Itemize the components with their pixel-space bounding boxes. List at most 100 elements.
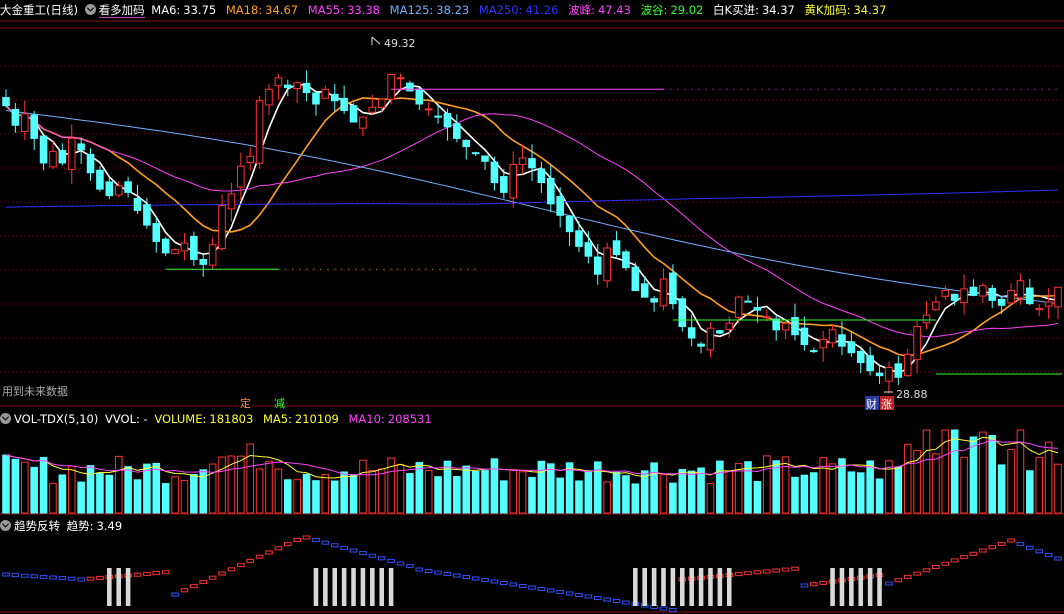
candle (781, 319, 790, 340)
candle-down-body (415, 88, 424, 105)
trend-mark (960, 555, 968, 560)
candle-down-body (753, 306, 762, 311)
high-price-label: 49.32 (384, 37, 416, 50)
volume-bar (960, 456, 968, 514)
candle-up-body (180, 242, 189, 252)
candle (913, 320, 921, 374)
volume-bar (237, 455, 245, 514)
trend-mark (49, 575, 57, 580)
candle (302, 70, 311, 102)
candle (86, 148, 95, 181)
candle-up-body (396, 77, 405, 80)
trend-histogram-bar (360, 568, 366, 606)
candle (979, 283, 987, 304)
trend-mark (669, 608, 677, 612)
volume-bar (528, 476, 536, 514)
volume-bar (997, 464, 1006, 514)
volume-bar (302, 473, 311, 514)
trend-histogram-bar (379, 568, 385, 606)
candle (152, 217, 161, 253)
candle-down-body (612, 240, 621, 256)
candle-up-body (781, 322, 790, 331)
candle-up-body (941, 290, 950, 297)
trend-mark (2, 572, 10, 577)
stock-chart[interactable]: 49.32 28.88 定 减 财涨 (0, 0, 1064, 614)
trend-mark (143, 571, 151, 576)
volume-bar (490, 458, 499, 514)
candle-up-body (1044, 301, 1053, 307)
volume-bar (678, 469, 687, 514)
candle-up-body (518, 157, 527, 166)
trend-mark (1044, 552, 1053, 557)
trend-mark (988, 545, 997, 550)
trend-mark (330, 543, 339, 548)
trend-mark (603, 597, 611, 602)
candle-up-body (208, 244, 217, 266)
candle-up-body (885, 366, 893, 382)
trend-mark (246, 558, 255, 563)
ma55-line (5, 105, 1059, 338)
candle (969, 279, 978, 297)
volume-bar (1054, 463, 1062, 514)
volume-bar (828, 463, 837, 514)
trend-mark (293, 537, 301, 542)
volume-bar (791, 476, 799, 514)
candle (697, 341, 705, 354)
candle-up-body (424, 108, 433, 111)
candle-down-body (847, 341, 856, 354)
volume-bar (246, 443, 255, 514)
candle-up-body (359, 116, 367, 129)
candle-down-body (546, 177, 555, 205)
volume-bar (359, 459, 367, 514)
trend-mark (283, 542, 292, 547)
annotations: 49.32 28.88 定 减 财涨 (165, 36, 1062, 411)
trend-mark (490, 579, 499, 584)
candle-up-body (368, 106, 377, 113)
volume-bar (584, 470, 593, 514)
candle (199, 253, 208, 277)
volume-bar (847, 471, 856, 514)
candle (546, 164, 555, 212)
volume-bar (424, 469, 433, 514)
candle-up-body (20, 113, 29, 132)
trend-histogram-bar (651, 568, 657, 606)
candle (171, 248, 179, 255)
high-arrow-icon (371, 36, 381, 45)
candle-down-body (152, 223, 161, 242)
candle-down-body (434, 115, 442, 118)
candle-up-body (706, 327, 715, 351)
trend-mark (77, 577, 85, 582)
candle-up-body (1054, 286, 1062, 308)
candle-down-body (481, 155, 489, 162)
candle (885, 361, 893, 394)
candle-up-body (734, 296, 743, 318)
trend-mark (471, 576, 480, 581)
candle-down-body (716, 330, 724, 334)
candle (584, 231, 593, 264)
candle-up-body (49, 150, 57, 168)
trend-histogram-bar (679, 568, 685, 606)
trend-mark (565, 591, 574, 596)
candle-up-body (114, 185, 123, 196)
candle (537, 161, 546, 193)
tag-jian: 减 (274, 397, 285, 410)
candle-down-body (969, 286, 978, 296)
trend-mark (932, 565, 940, 569)
volume-bar (58, 474, 67, 514)
candle-down-body (772, 318, 781, 331)
trend-histogram-bar (839, 568, 845, 606)
trend-mark (359, 551, 367, 556)
trend-histogram-bar (661, 568, 666, 606)
candle-up-body (1035, 308, 1044, 311)
volume-bar (659, 474, 668, 514)
candle (293, 81, 301, 104)
candle (575, 221, 583, 253)
trend-histogram-bar (633, 568, 638, 606)
candle-down-body (86, 153, 95, 174)
trend-mark (20, 573, 29, 578)
candle (161, 237, 170, 257)
volume-bar (161, 483, 170, 514)
candle-down-body (312, 92, 320, 105)
candle (415, 87, 424, 110)
volume-bar (809, 472, 818, 514)
